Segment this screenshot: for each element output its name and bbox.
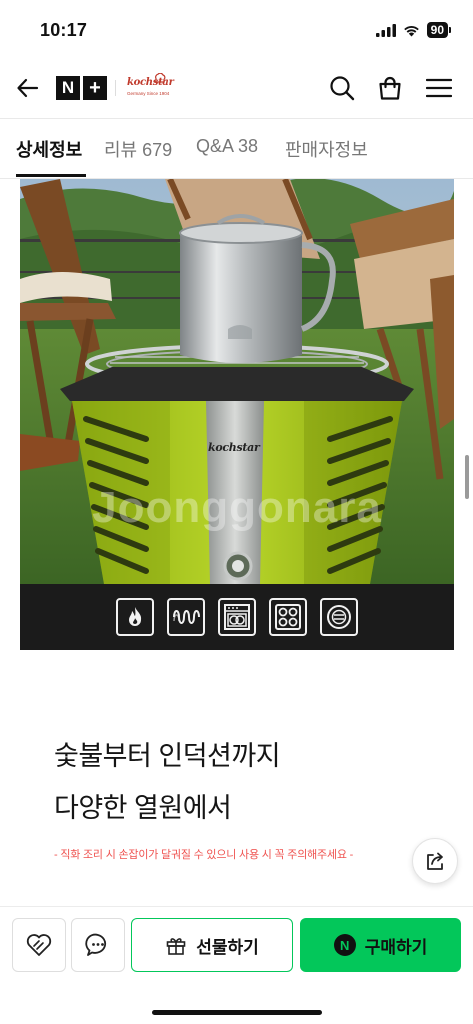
battery-tip	[449, 27, 451, 33]
caution-note: - 직화 조리 시 손잡이가 달궈질 수 있으니 사용 시 꼭 주의해주세요 -	[54, 849, 354, 861]
gift-box-icon	[166, 938, 186, 955]
home-indicator[interactable]	[152, 1010, 322, 1015]
wifi-icon	[403, 25, 419, 36]
brand-logo[interactable]: kochstar Germany Since 1904	[127, 73, 174, 103]
chat-inquiry-button[interactable]	[71, 918, 125, 972]
logo-divider	[115, 80, 116, 96]
watermark-text: Joonggonara	[92, 483, 382, 532]
battery-level: 90	[426, 22, 448, 38]
tab-details[interactable]: 상세정보	[16, 136, 82, 162]
fire-icon	[116, 598, 154, 636]
oven-icon	[218, 598, 256, 636]
stove-brand-label: kochstar	[208, 441, 260, 454]
search-icon	[330, 76, 355, 101]
heat-source-strip	[20, 584, 454, 650]
header-divider	[0, 118, 473, 119]
product-detail-image: kochstar Joonggonara	[20, 179, 454, 650]
search-button[interactable]	[326, 72, 358, 104]
buy-button[interactable]: N 구매하기	[300, 918, 461, 972]
chat-bubble-icon	[85, 933, 107, 956]
active-tab-indicator	[16, 174, 86, 177]
tab-reviews[interactable]: 리뷰 679	[104, 136, 172, 162]
wishlist-button[interactable]	[12, 918, 66, 972]
status-time: 10:17	[40, 20, 88, 40]
gas-burner-icon	[269, 598, 307, 636]
coil-heater-icon	[167, 598, 205, 636]
bottom-action-bar: 선물하기 N 구매하기	[0, 906, 473, 1024]
shopping-bag-icon	[379, 76, 401, 100]
share-button[interactable]	[412, 838, 458, 884]
buy-button-label: 구매하기	[364, 937, 428, 957]
cellular-signal-icon	[375, 23, 396, 37]
naver-plus-badge: +	[83, 76, 107, 100]
share-icon	[427, 852, 443, 870]
tab-qna[interactable]: Q&A 38	[196, 136, 258, 157]
induction-icon	[320, 598, 358, 636]
battery-indicator: 90	[426, 22, 451, 38]
hamburger-menu-icon	[426, 78, 452, 98]
naver-plus-store-logo[interactable]: N +	[56, 76, 107, 100]
cart-button[interactable]	[374, 72, 406, 104]
gift-button-label: 선물하기	[196, 937, 259, 957]
brand-logo-text: kochstar	[127, 77, 174, 88]
status-bar: 10:17 90	[0, 0, 473, 56]
page-scrollbar[interactable]	[465, 455, 469, 499]
tab-seller-info[interactable]: 판매자정보	[285, 136, 368, 162]
arrow-left-icon	[17, 78, 39, 98]
app-header: N + kochstar Germany Since 1904	[0, 56, 473, 120]
naver-n-badge: N	[56, 76, 80, 100]
menu-button[interactable]	[423, 72, 455, 104]
brand-logo-subtext: Germany Since 1904	[127, 91, 170, 96]
naver-pay-icon: N	[333, 934, 356, 956]
detail-tabs: 상세정보 리뷰 679 Q&A 38 판매자정보	[0, 120, 473, 178]
back-button[interactable]	[12, 72, 44, 104]
status-indicators: 90	[375, 22, 451, 38]
heart-icon	[26, 934, 52, 956]
gift-button[interactable]: 선물하기	[131, 918, 293, 972]
headline-line-1: 숯불부터 인덕션까지	[54, 741, 281, 771]
headline-line-2: 다양한 열원에서	[54, 793, 232, 823]
